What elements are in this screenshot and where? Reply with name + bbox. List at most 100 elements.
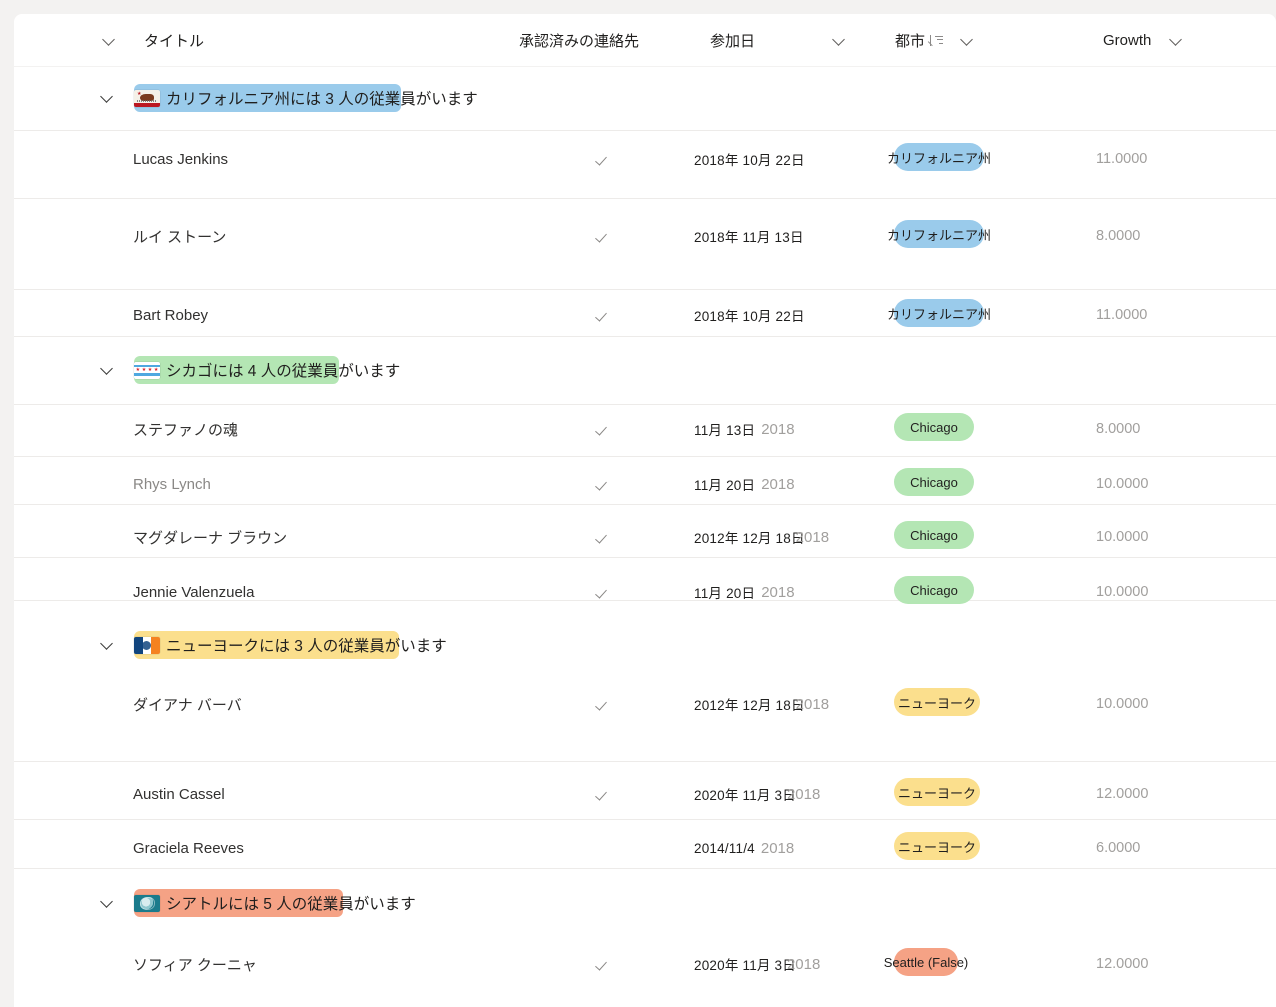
joined-year-value: 2018: [786, 785, 821, 803]
column-menu-joined[interactable]: [832, 14, 846, 66]
cell-growth: 8.0000: [1096, 228, 1141, 244]
joined-year-value: 2018: [761, 420, 795, 438]
table-row[interactable]: ダイアナ バーバ 2012年 12月 18日 2018 ニューヨーク 10.0000: [14, 678, 1276, 760]
joined-year-value: 2018: [786, 955, 821, 973]
cell-growth: 12.0000: [1096, 956, 1149, 972]
cell-joined-date: 2018年 10月 22日: [694, 145, 894, 173]
chevron-down-icon[interactable]: [1169, 33, 1183, 47]
table-row[interactable]: マグダレーナ ブラウン 2012年 12月 18日 2018 Chicago 10.00…: [14, 504, 1276, 556]
city-badge: Chicago: [894, 521, 974, 549]
group-collapse-chevron-icon[interactable]: [100, 637, 114, 651]
cell-joined-date: 2018年 10月 22日: [694, 301, 894, 329]
cell-joined-date: 11月 20日 2018: [694, 470, 894, 498]
table-row[interactable]: Austin Cassel 2020年 11月 3日 2018 ニューヨーク 12.00…: [14, 761, 1276, 818]
cell-city: ニューヨーク: [894, 830, 1084, 862]
cell-title[interactable]: Jennie Valenzuela: [133, 578, 254, 606]
column-header-growth[interactable]: Growth: [1103, 14, 1151, 66]
joined-date-value: 2012年 12月 18日: [694, 698, 805, 713]
chevron-down-icon[interactable]: [832, 33, 846, 47]
city-badge: ニューヨーク: [894, 688, 980, 716]
chevron-down-icon[interactable]: [102, 33, 116, 47]
cell-growth: 11.0000: [1096, 307, 1148, 323]
joined-date-value: 2020年 11月 3日: [694, 958, 796, 973]
joined-date-value: 11月 20日: [694, 478, 756, 493]
joined-year-value: 2018: [761, 583, 795, 601]
cell-title[interactable]: Rhys Lynch: [133, 470, 211, 498]
cell-title[interactable]: マグダレーナ ブラウン: [133, 523, 287, 551]
table-row[interactable]: Graciela Reeves 2014/11/4 2018 ニューヨーク 6.0000: [14, 819, 1276, 868]
joined-year-value: 2018: [795, 695, 830, 713]
joined-date-value: 2018年 10月 22日: [694, 153, 805, 168]
cell-city: Chicago: [894, 411, 1084, 443]
cell-growth: 10.0000: [1096, 696, 1149, 712]
column-menu-city[interactable]: [960, 14, 974, 66]
joined-date-value: 2018年 10月 22日: [694, 309, 805, 324]
cell-city: Seattle (False): [884, 946, 1084, 978]
cell-title[interactable]: Bart Robey: [133, 301, 208, 329]
cell-growth: 10.0000: [1096, 476, 1149, 492]
cell-city: Chicago: [894, 574, 1084, 606]
cell-joined-date: 11月 20日 2018: [694, 578, 894, 606]
cell-title[interactable]: ソフィア クーニャ: [133, 950, 257, 978]
check-icon: [596, 476, 612, 492]
group-header-chicago[interactable]: ★ ★ ★ ★ シカゴには 4 人の従業員がいます: [14, 355, 1276, 385]
cell-title[interactable]: Lucas Jenkins: [133, 145, 228, 173]
group-header-content: ニューヨークには 3 人の従業員がいます: [134, 630, 447, 660]
column-header-title[interactable]: タイトル: [102, 14, 204, 66]
check-icon: [596, 307, 612, 323]
city-badge: ニューヨーク: [894, 832, 980, 860]
table-row[interactable]: Jennie Valenzuela 11月 20日 2018 Chicago 10.00…: [14, 557, 1276, 604]
column-header-city[interactable]: 都市: [895, 14, 944, 66]
city-badge: ニューヨーク: [894, 778, 980, 806]
cell-title[interactable]: Graciela Reeves: [133, 834, 244, 862]
seattle-flag-icon: [134, 894, 160, 912]
check-icon: [596, 584, 612, 600]
column-menu-growth[interactable]: [1169, 14, 1183, 66]
group-collapse-chevron-icon[interactable]: [100, 90, 114, 104]
table-row[interactable]: ルイ ストーン 2018年 11月 13日 カリフォルニア州 8.0000: [14, 198, 1276, 288]
cell-joined-date: 2012年 12月 18日 2018: [694, 523, 894, 551]
grid-body: ★ カリフォルニア州には 3 人の従業員がいます Lucas Jenkins 2018…: [14, 67, 1276, 1007]
column-header-joined[interactable]: 参加日: [710, 14, 755, 66]
sort-ascending-icon[interactable]: [927, 34, 944, 47]
table-row[interactable]: Lucas Jenkins 2018年 10月 22日 カリフォルニア州 11.000…: [14, 130, 1276, 197]
group-collapse-chevron-icon[interactable]: [100, 362, 114, 376]
group-header-seattle[interactable]: シアトルには 5 人の従業員がいます: [14, 888, 1276, 918]
check-icon: [596, 956, 612, 972]
city-badge: Seattle (False): [884, 948, 968, 976]
table-row[interactable]: ステファノの魂 11月 13日 2018 Chicago 8.0000: [14, 404, 1276, 455]
chevron-down-icon[interactable]: [960, 33, 974, 47]
cell-approved-contact: [574, 950, 634, 978]
group-header-label: シアトルには 5 人の従業員がいます: [166, 896, 416, 913]
newyork-flag-icon: [134, 636, 160, 654]
group-collapse-chevron-icon[interactable]: [100, 895, 114, 909]
group-header-content: ★ カリフォルニア州には 3 人の従業員がいます: [134, 83, 478, 113]
joined-year-value: 2018: [761, 475, 795, 493]
row-separator: [14, 336, 1276, 337]
group-header-california[interactable]: ★ カリフォルニア州には 3 人の従業員がいます: [14, 83, 1276, 113]
cell-title[interactable]: ルイ ストーン: [133, 222, 226, 250]
cell-joined-date: 2014/11/4 2018: [694, 834, 894, 862]
column-header-label: 承認済みの連絡先: [519, 32, 640, 50]
table-row[interactable]: ソフィア クーニャ 2020年 11月 3日 2018 Seattle (False)…: [14, 936, 1276, 1007]
column-header-label: 都市: [895, 32, 926, 50]
group-header-content: シアトルには 5 人の従業員がいます: [134, 888, 416, 918]
cell-city: カリフォルニア州: [887, 297, 1084, 329]
table-row[interactable]: Rhys Lynch 11月 20日 2018 Chicago 10.0000: [14, 456, 1276, 503]
cell-approved-contact: [574, 301, 634, 329]
cell-joined-date: 2018年 11月 13日: [694, 222, 894, 250]
city-badge: Chicago: [894, 413, 974, 441]
table-row[interactable]: Bart Robey 2018年 10月 22日 カリフォルニア州 11.0000: [14, 289, 1276, 336]
cell-growth: 8.0000: [1096, 421, 1141, 437]
cell-title[interactable]: Austin Cassel: [133, 780, 225, 808]
cell-title[interactable]: ダイアナ バーバ: [133, 690, 242, 718]
check-icon: [596, 421, 612, 437]
cell-growth: 10.0000: [1096, 529, 1149, 545]
column-header-label: 参加日: [710, 32, 756, 50]
group-header-newyork[interactable]: ニューヨークには 3 人の従業員がいます: [14, 630, 1276, 660]
column-header-contact[interactable]: 承認済みの連絡先: [519, 14, 639, 66]
joined-date-value: 2014/11/4: [694, 840, 755, 856]
chicago-flag-icon: ★ ★ ★ ★: [134, 361, 160, 379]
cell-title[interactable]: ステファノの魂: [133, 415, 238, 443]
joined-date-value: 11月 20日: [694, 586, 756, 601]
